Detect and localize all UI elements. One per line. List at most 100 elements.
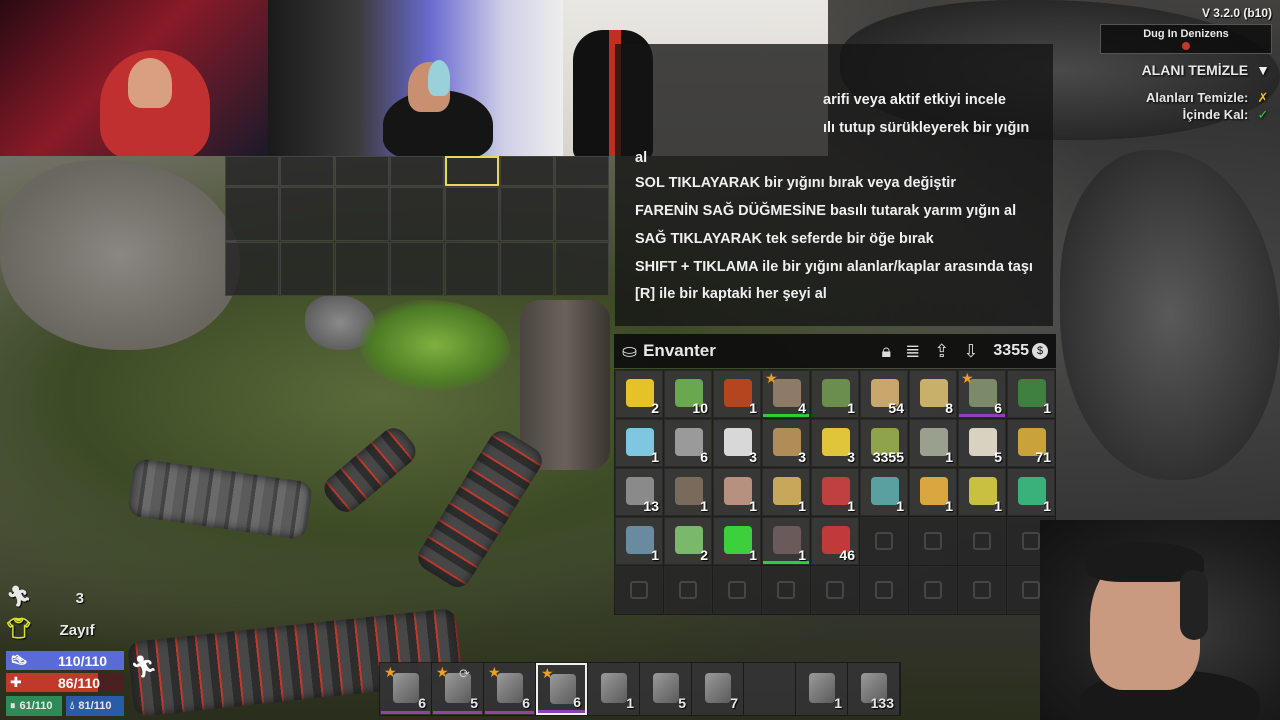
locked-slot-icon xyxy=(973,532,991,550)
inventory-slot-empty[interactable] xyxy=(860,566,908,614)
inventory-slot[interactable]: 54 xyxy=(860,370,908,418)
inventory-slot[interactable]: 1 xyxy=(713,517,761,565)
item-count: 1 xyxy=(749,547,757,563)
container-slot[interactable] xyxy=(280,187,334,241)
sort-icon[interactable]: ≣ xyxy=(905,341,920,362)
inventory-slot[interactable]: 1 xyxy=(909,419,957,467)
tooltip-line: arifi veya aktif etkiyi incele xyxy=(823,92,1006,108)
tooltip-line: ılı tutup sürükleyerek bir yığın xyxy=(823,120,1030,136)
inventory-slot[interactable]: 1 xyxy=(1007,468,1055,516)
inventory-slot[interactable]: 1 xyxy=(664,468,712,516)
locked-slot-icon xyxy=(826,581,844,599)
loot-all-icon[interactable]: ⇩ xyxy=(963,341,978,362)
inventory-slot-empty[interactable] xyxy=(958,517,1006,565)
inventory-slot[interactable]: ★ 6 xyxy=(958,370,1006,418)
item-count: 1 xyxy=(749,400,757,416)
quest-title[interactable]: ALANI TEMİZLE ▼ xyxy=(1142,62,1270,78)
hotbar-slot-active[interactable]: ★ 6 xyxy=(536,663,587,715)
inventory-slot[interactable]: 2 xyxy=(615,370,663,418)
beer-mug-icon xyxy=(920,477,948,505)
container-slot[interactable] xyxy=(555,242,609,296)
inventory-slot[interactable]: 10 xyxy=(664,370,712,418)
container-slot[interactable] xyxy=(555,187,609,241)
container-slot[interactable] xyxy=(445,242,499,296)
inventory-slot[interactable]: 71 xyxy=(1007,419,1055,467)
inventory-slot[interactable]: 2 xyxy=(664,517,712,565)
inventory-slot[interactable]: 3 xyxy=(762,419,810,467)
inventory-slot[interactable]: 1 xyxy=(762,517,810,565)
container-slot[interactable] xyxy=(225,242,279,296)
hotbar-slot[interactable]: ★ 6 xyxy=(484,663,535,715)
inventory-slot[interactable]: 3 xyxy=(713,419,761,467)
container-slot[interactable] xyxy=(555,156,609,186)
inventory-slot[interactable]: 1 xyxy=(762,468,810,516)
inventory-slot-empty[interactable] xyxy=(762,566,810,614)
container-slot[interactable] xyxy=(500,156,554,186)
inventory-slot-empty[interactable] xyxy=(811,566,859,614)
container-slot[interactable] xyxy=(390,242,444,296)
hotbar-slot[interactable]: ★ ⟳ 5 xyxy=(432,663,483,715)
mason-jar-icon xyxy=(1018,477,1046,505)
inventory-slot[interactable]: 1 xyxy=(811,468,859,516)
locked-slot-icon xyxy=(973,581,991,599)
star-icon: ★ xyxy=(488,664,501,680)
container-slot[interactable] xyxy=(390,187,444,241)
inventory-slot[interactable]: 1 xyxy=(909,468,957,516)
item-count: 1 xyxy=(994,498,1002,514)
container-slot[interactable] xyxy=(445,187,499,241)
container-slot[interactable] xyxy=(335,242,389,296)
inventory-slot[interactable]: 46 xyxy=(811,517,859,565)
container-slot[interactable] xyxy=(225,156,279,186)
hotbar-first-aid-icon xyxy=(653,673,679,703)
inventory-slot[interactable]: 3 xyxy=(811,419,859,467)
hotbar-slot[interactable]: 133 xyxy=(848,663,899,715)
inventory-slot[interactable]: 1 xyxy=(615,517,663,565)
inventory-slot[interactable]: ★ 4 xyxy=(762,370,810,418)
container-slot[interactable] xyxy=(500,242,554,296)
container-slot[interactable] xyxy=(500,187,554,241)
item-count: 4 xyxy=(798,400,806,416)
container-slot[interactable] xyxy=(280,242,334,296)
inventory-slot[interactable]: 1 xyxy=(860,468,908,516)
inventory-slot-empty[interactable] xyxy=(713,566,761,614)
lock-icon[interactable]: 🔒︎ xyxy=(882,341,892,362)
locked-slot-icon xyxy=(924,581,942,599)
inventory-slot-empty[interactable] xyxy=(860,517,908,565)
inventory-slot[interactable]: 3355 xyxy=(860,419,908,467)
inventory-slot-empty[interactable] xyxy=(909,517,957,565)
inventory-slot[interactable]: 1 xyxy=(958,468,1006,516)
inventory-slot-empty[interactable] xyxy=(958,566,1006,614)
container-slot[interactable] xyxy=(280,156,334,186)
inventory-slot[interactable]: 1 xyxy=(811,370,859,418)
schematic-book-icon xyxy=(920,428,948,456)
inventory-slot[interactable]: 1 xyxy=(713,370,761,418)
container-slot-selected[interactable] xyxy=(445,156,499,186)
hotbar-slot[interactable]: ★ 6 xyxy=(380,663,431,715)
quest-objective-stay: İçinde Kal: ✓ xyxy=(1183,107,1270,123)
inventory-slot[interactable]: 1 xyxy=(615,419,663,467)
container-slot[interactable] xyxy=(335,187,389,241)
inventory-slot-empty[interactable] xyxy=(615,566,663,614)
hotbar-slot[interactable] xyxy=(744,663,795,715)
inventory-slot[interactable]: 1 xyxy=(713,468,761,516)
health-value: 86/110 xyxy=(58,674,101,691)
inventory-slot-empty[interactable] xyxy=(664,566,712,614)
container-slot[interactable] xyxy=(335,156,389,186)
hotbar-slot[interactable]: 1 xyxy=(796,663,847,715)
hotbar-slot[interactable]: 7 xyxy=(692,663,743,715)
inventory-slot[interactable]: 5 xyxy=(958,419,1006,467)
inventory-slot[interactable]: 13 xyxy=(615,468,663,516)
rock-icon xyxy=(675,428,703,456)
star-icon: ★ xyxy=(765,370,778,386)
hotbar-slot[interactable]: 5 xyxy=(640,663,691,715)
inventory-slot[interactable]: 6 xyxy=(664,419,712,467)
hotbar-club-icon xyxy=(497,673,523,703)
inventory-slot-empty[interactable] xyxy=(909,566,957,614)
inventory-slot[interactable]: 8 xyxy=(909,370,957,418)
move-to-container-icon[interactable]: ⇪ xyxy=(934,341,949,362)
hotbar-slot[interactable]: 1 xyxy=(588,663,639,715)
shirt-icon: 👕︎ xyxy=(6,618,32,640)
container-slot[interactable] xyxy=(225,187,279,241)
inventory-slot[interactable]: 1 xyxy=(1007,370,1055,418)
container-slot[interactable] xyxy=(390,156,444,186)
